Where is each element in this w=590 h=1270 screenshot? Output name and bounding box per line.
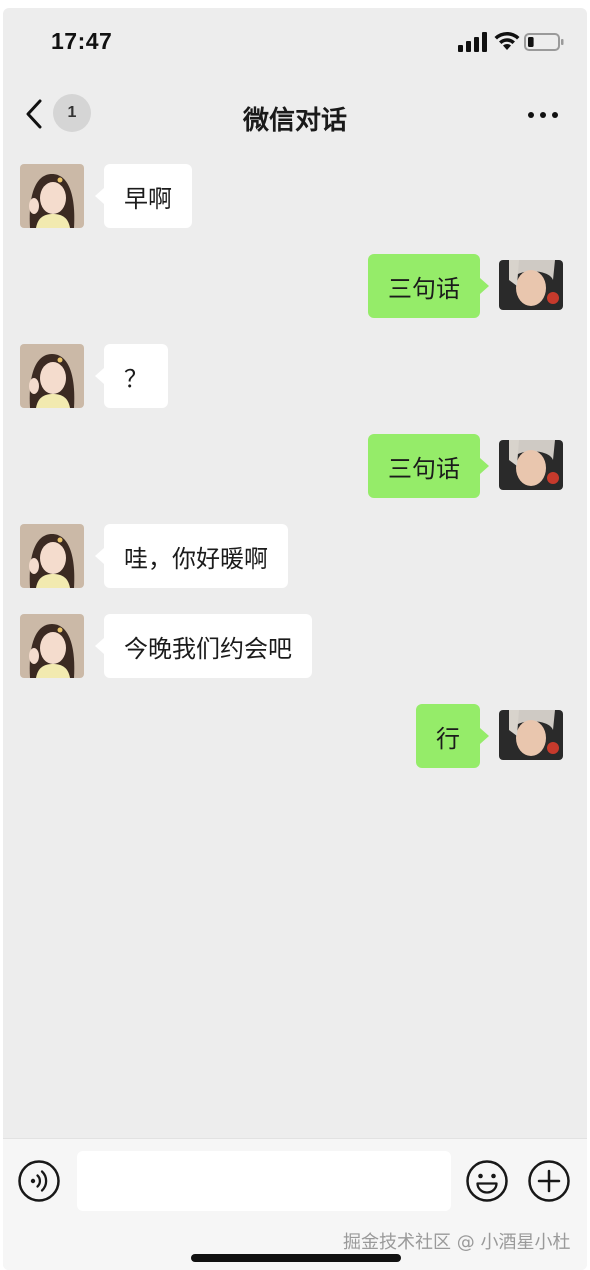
home-indicator[interactable]	[191, 1254, 401, 1262]
contact-avatar[interactable]	[20, 344, 84, 408]
message-row: 早啊	[3, 164, 587, 230]
status-bar: 17:47	[3, 8, 587, 78]
bubble-tail	[95, 188, 104, 204]
outgoing-message-bubble[interactable]: 三句话	[368, 254, 480, 318]
battery-low-icon	[524, 33, 564, 51]
message-row: 行	[3, 704, 587, 770]
message-input[interactable]	[77, 1151, 451, 1211]
battery-fill	[528, 37, 534, 47]
user-avatar[interactable]	[499, 440, 563, 490]
chat-screen: 17:47 1 微信对话 早啊 三句话 ？ 三句话 哇，你好暖啊 今晚我们约会吧…	[3, 8, 587, 1270]
bubble-tail	[95, 548, 104, 564]
avatar-girl-image	[20, 164, 84, 228]
contact-avatar[interactable]	[20, 524, 84, 588]
status-time: 17:47	[51, 28, 113, 54]
more-options-button[interactable]	[523, 100, 563, 130]
voice-icon	[18, 1160, 60, 1202]
bubble-tail	[480, 278, 489, 294]
contact-avatar[interactable]	[20, 614, 84, 678]
avatar-man-image	[499, 710, 563, 760]
avatar-girl-image	[20, 344, 84, 408]
emoji-button[interactable]	[465, 1159, 509, 1203]
incoming-message-bubble[interactable]: 哇，你好暖啊	[104, 524, 288, 588]
bubble-tail	[480, 728, 489, 744]
incoming-message-bubble[interactable]: 今晚我们约会吧	[104, 614, 312, 678]
avatar-girl-image	[20, 524, 84, 588]
message-row: ？	[3, 344, 587, 410]
emoji-icon	[466, 1160, 508, 1202]
bubble-tail	[480, 458, 489, 474]
user-avatar[interactable]	[499, 260, 563, 310]
watermark: 掘金技术社区 @ 小酒星小杜	[343, 1232, 571, 1253]
bubble-tail	[95, 368, 104, 384]
incoming-message-bubble[interactable]: 早啊	[104, 164, 192, 228]
more-functions-button[interactable]	[527, 1159, 571, 1203]
ellipsis-icon	[528, 112, 558, 118]
contact-avatar[interactable]	[20, 164, 84, 228]
outgoing-message-bubble[interactable]: 三句话	[368, 434, 480, 498]
avatar-man-image	[499, 260, 563, 310]
chat-title: 微信对话	[242, 106, 347, 136]
wifi-icon	[494, 31, 520, 50]
message-row: 哇，你好暖啊	[3, 524, 587, 590]
voice-button[interactable]	[17, 1159, 61, 1203]
outgoing-message-bubble[interactable]: 行	[416, 704, 480, 768]
chat-header: 1 微信对话	[3, 78, 587, 148]
avatar-man-image	[499, 440, 563, 490]
bubble-tail	[95, 638, 104, 654]
incoming-message-bubble[interactable]: ？	[104, 344, 168, 408]
user-avatar[interactable]	[499, 710, 563, 760]
cellular-signal-icon	[458, 32, 487, 52]
message-row: 三句话	[3, 254, 587, 320]
message-row: 三句话	[3, 434, 587, 500]
avatar-girl-image	[20, 614, 84, 678]
message-row: 今晚我们约会吧	[3, 614, 587, 680]
plus-icon	[528, 1160, 570, 1202]
